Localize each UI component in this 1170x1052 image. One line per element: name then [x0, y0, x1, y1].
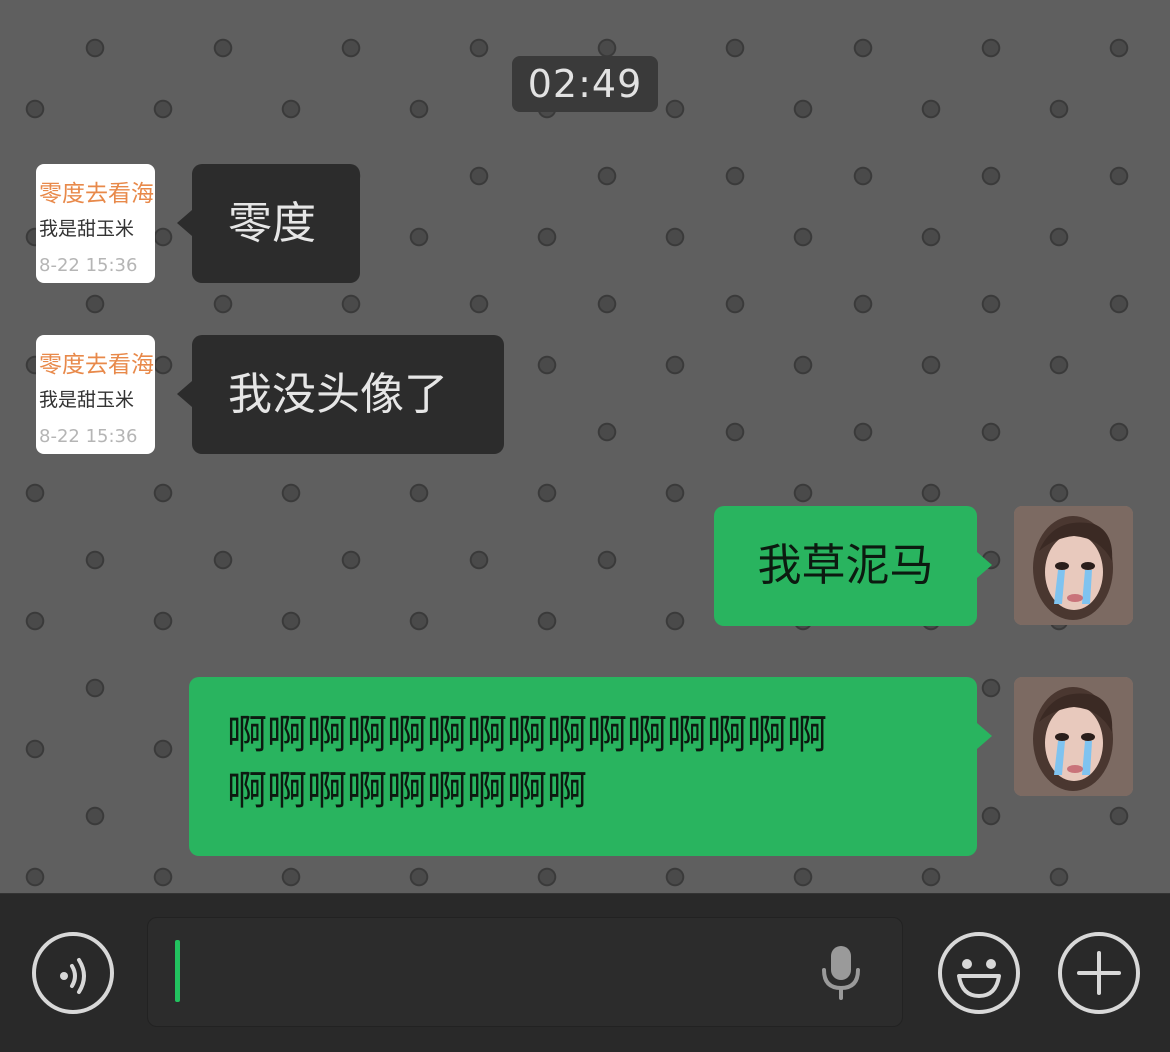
outgoing-message-bubble[interactable]: 啊啊啊啊啊啊啊啊啊啊啊啊啊啊啊 啊啊啊啊啊啊啊啊啊 [189, 677, 992, 856]
message-text: 零度 [228, 198, 316, 249]
incoming-message-bubble[interactable]: 我没头像了 [177, 335, 504, 454]
more-options-button[interactable] [1058, 932, 1140, 1014]
voice-icon [60, 958, 86, 994]
user-photo-icon [1014, 506, 1133, 625]
plus-icon [1077, 951, 1121, 995]
microphone-icon[interactable] [816, 942, 866, 1002]
avatar-card-date: 8-22 15:36 [39, 426, 138, 447]
message-text-line: 啊啊啊啊啊啊啊啊啊啊啊啊啊啊啊 [227, 712, 827, 758]
text-caret [175, 940, 180, 1002]
sender-avatar[interactable]: 零度去看海 我是甜玉米 8-22 15:36 [36, 164, 155, 283]
outgoing-message-bubble[interactable]: 我草泥马 [714, 506, 992, 626]
self-avatar[interactable] [1014, 677, 1133, 796]
timestamp-divider: 02:49 [512, 56, 658, 112]
message-input[interactable] [147, 917, 903, 1027]
self-avatar[interactable] [1014, 506, 1133, 625]
avatar-card-date: 8-22 15:36 [39, 255, 138, 276]
user-photo-icon [1014, 677, 1133, 796]
message-text: 我草泥马 [757, 540, 934, 591]
emoji-button[interactable] [938, 932, 1020, 1014]
chat-message-area[interactable]: 02:49 零度去看海 我是甜玉米 8-22 15:36 零度 零度去看海 我是… [0, 0, 1170, 893]
avatar-card-title: 零度去看海 [39, 181, 154, 207]
avatar-card-subtitle: 我是甜玉米 [39, 389, 135, 411]
incoming-message-bubble[interactable]: 零度 [177, 164, 360, 283]
voice-toggle-button[interactable] [32, 932, 114, 1014]
emoji-icon [957, 959, 1001, 998]
sender-avatar[interactable]: 零度去看海 我是甜玉米 8-22 15:36 [36, 335, 155, 454]
message-text-line: 啊啊啊啊啊啊啊啊啊 [227, 768, 587, 814]
message-text: 我没头像了 [228, 369, 448, 420]
message-input-bar [0, 893, 1170, 1052]
avatar-card-subtitle: 我是甜玉米 [39, 218, 135, 240]
avatar-card-title: 零度去看海 [39, 352, 154, 378]
